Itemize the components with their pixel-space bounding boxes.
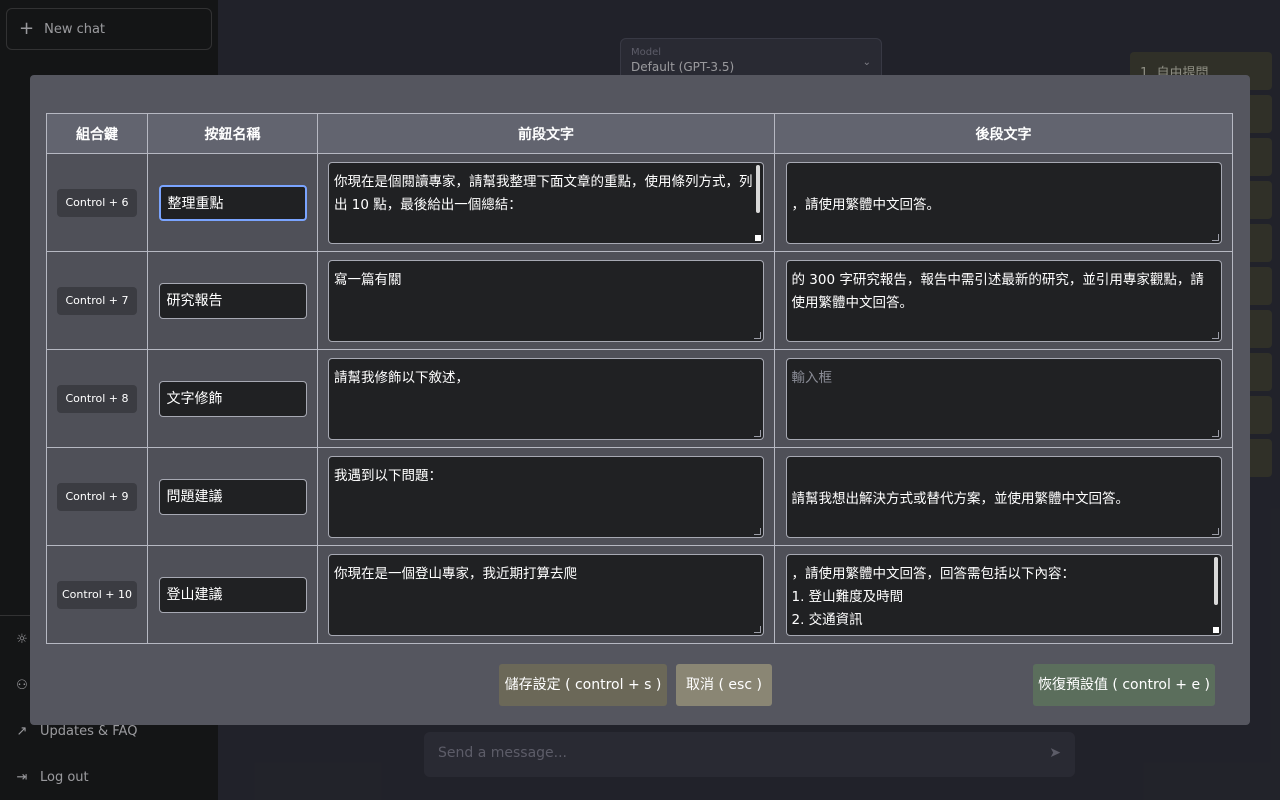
suffix-textarea[interactable]: 輸入框 xyxy=(785,357,1222,440)
button-name-input[interactable]: 登山建議 xyxy=(158,576,307,613)
prefix-text: 請幫我修飾以下敘述， xyxy=(334,369,469,386)
resize-grip-icon[interactable] xyxy=(1211,331,1219,339)
prefix-text: 你現在是一個登山專家，我近期打算去爬 xyxy=(334,565,577,582)
resize-grip-icon[interactable] xyxy=(1212,626,1219,633)
shortcut-settings-modal: 組合鍵 按鈕名稱 前段文字 後段文字 Control + 6 整理重點 你現在是… xyxy=(30,75,1250,725)
shortcut-settings-table: 組合鍵 按鈕名稱 前段文字 後段文字 Control + 6 整理重點 你現在是… xyxy=(46,113,1233,644)
suffix-textarea[interactable]: 請幫我想出解決方式或替代方案，並使用繁體中文回答。 xyxy=(785,455,1222,538)
scrollbar[interactable] xyxy=(756,164,760,213)
reset-defaults-button[interactable]: 恢復預設值 ( control + e ) xyxy=(1033,664,1215,706)
key-combo-badge: Control + 6 xyxy=(57,188,137,217)
key-combo-badge: Control + 7 xyxy=(57,286,137,315)
resize-grip-icon[interactable] xyxy=(1211,429,1219,437)
button-name-input[interactable]: 研究報告 xyxy=(158,282,307,319)
suffix-textarea[interactable]: ，請使用繁體中文回答，回答需包括以下內容： 1. 登山難度及時間 2. 交通資訊… xyxy=(785,553,1222,636)
suffix-textarea[interactable]: 的 300 字研究報告，報告中需引述最新的研究，並引用專家觀點，請使用繁體中文回… xyxy=(785,259,1222,342)
resize-grip-icon[interactable] xyxy=(754,429,761,437)
header-name: 按鈕名稱 xyxy=(147,113,318,154)
save-settings-button[interactable]: 儲存設定 ( control + s ) xyxy=(499,664,667,706)
header-prefix: 前段文字 xyxy=(317,113,775,154)
header-key: 組合鍵 xyxy=(46,113,148,154)
prefix-textarea[interactable]: 你現在是一個登山專家，我近期打算去爬 xyxy=(328,553,764,636)
header-suffix: 後段文字 xyxy=(774,113,1233,154)
prefix-textarea[interactable]: 請幫我修飾以下敘述， xyxy=(328,357,764,440)
button-name-input[interactable]: 整理重點 xyxy=(158,184,307,221)
prefix-text: 你現在是個閱讀專家，請幫我整理下面文章的重點，使用條列方式，列出 10 點，最後… xyxy=(334,173,753,213)
prefix-textarea[interactable]: 你現在是個閱讀專家，請幫我整理下面文章的重點，使用條列方式，列出 10 點，最後… xyxy=(328,161,764,244)
table-header-row: 組合鍵 按鈕名稱 前段文字 後段文字 xyxy=(46,113,1233,154)
prefix-textarea[interactable]: 我遇到以下問題： xyxy=(328,455,764,538)
scrollbar[interactable] xyxy=(1213,556,1218,605)
table-row: Control + 10 登山建議 你現在是一個登山專家，我近期打算去爬 ，請使… xyxy=(46,545,1233,644)
resize-grip-icon[interactable] xyxy=(1211,233,1219,241)
button-name-input[interactable]: 文字修飾 xyxy=(158,380,307,417)
suffix-text: ，請使用繁體中文回答。 xyxy=(791,196,941,213)
key-combo-badge: Control + 8 xyxy=(57,384,137,413)
resize-grip-icon[interactable] xyxy=(754,331,761,339)
button-name-input[interactable]: 問題建議 xyxy=(158,478,307,515)
table-row: Control + 6 整理重點 你現在是個閱讀專家，請幫我整理下面文章的重點，… xyxy=(46,153,1233,252)
cancel-button[interactable]: 取消 ( esc ) xyxy=(676,664,772,706)
suffix-textarea[interactable]: ，請使用繁體中文回答。 xyxy=(785,161,1222,244)
table-row: Control + 8 文字修飾 請幫我修飾以下敘述， 輸入框 xyxy=(46,349,1233,448)
resize-grip-icon[interactable] xyxy=(1211,527,1219,535)
prefix-text: 寫一篇有關 xyxy=(334,271,402,288)
suffix-text: 請幫我想出解決方式或替代方案，並使用繁體中文回答。 xyxy=(791,490,1130,507)
resize-grip-icon[interactable] xyxy=(754,625,761,633)
key-combo-badge: Control + 9 xyxy=(57,482,137,511)
suffix-placeholder: 輸入框 xyxy=(791,369,833,386)
suffix-text: ，請使用繁體中文回答，回答需包括以下內容： 1. 登山難度及時間 2. 交通資訊… xyxy=(791,565,1076,628)
resize-grip-icon[interactable] xyxy=(755,234,761,241)
resize-grip-icon[interactable] xyxy=(754,527,761,535)
table-row: Control + 9 問題建議 我遇到以下問題： 請幫我想出解決方式或替代方案… xyxy=(46,447,1233,546)
prefix-text: 我遇到以下問題： xyxy=(334,467,442,484)
suffix-text: 的 300 字研究報告，報告中需引述最新的研究，並引用專家觀點，請使用繁體中文回… xyxy=(791,271,1204,311)
table-row: Control + 7 研究報告 寫一篇有關 的 300 字研究報告，報告中需引… xyxy=(46,251,1233,350)
key-combo-badge: Control + 10 xyxy=(57,580,137,609)
prefix-textarea[interactable]: 寫一篇有關 xyxy=(328,259,764,342)
